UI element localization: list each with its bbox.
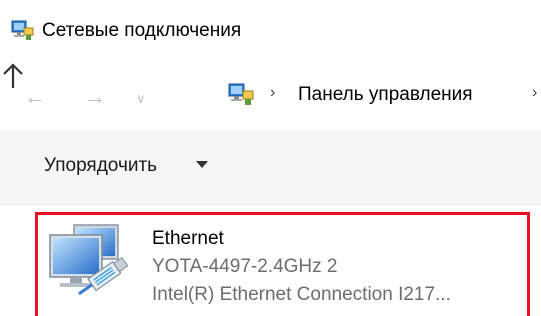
organize-button[interactable]: Упорядочить	[44, 154, 157, 178]
control-panel-icon	[228, 83, 254, 105]
connection-status: YOTA-4497-2.4GHz 2	[152, 256, 338, 277]
network-connections-icon	[11, 20, 34, 40]
breadcrumb-overflow[interactable]: ›	[532, 84, 537, 102]
connection-device: Intel(R) Ethernet Connection I217...	[152, 284, 451, 305]
dropdown-caret-icon[interactable]	[196, 161, 208, 168]
chevron-down-icon[interactable]: ∨	[136, 88, 146, 110]
command-bar: Упорядочить	[0, 130, 541, 205]
breadcrumb-control-panel[interactable]: Панель управления	[298, 83, 473, 107]
window-title: Сетевые подключения	[42, 20, 242, 41]
forward-arrow-icon[interactable]: →	[84, 86, 106, 108]
back-arrow-icon[interactable]: ←	[24, 86, 46, 108]
ethernet-adapter-icon	[49, 224, 129, 296]
connection-name: Ethernet	[152, 228, 224, 249]
connections-list: Ethernet YOTA-4497-2.4GHz 2 Intel(R) Eth…	[0, 205, 541, 316]
title-bar: Сетевые подключения	[0, 0, 541, 62]
navigation-bar: ← → ∨ › Панель управления ›	[0, 62, 541, 130]
connection-item-ethernet[interactable]: Ethernet YOTA-4497-2.4GHz 2 Intel(R) Eth…	[35, 212, 530, 316]
up-arrow-icon[interactable]	[0, 62, 26, 90]
breadcrumb-separator[interactable]: ›	[270, 84, 275, 102]
